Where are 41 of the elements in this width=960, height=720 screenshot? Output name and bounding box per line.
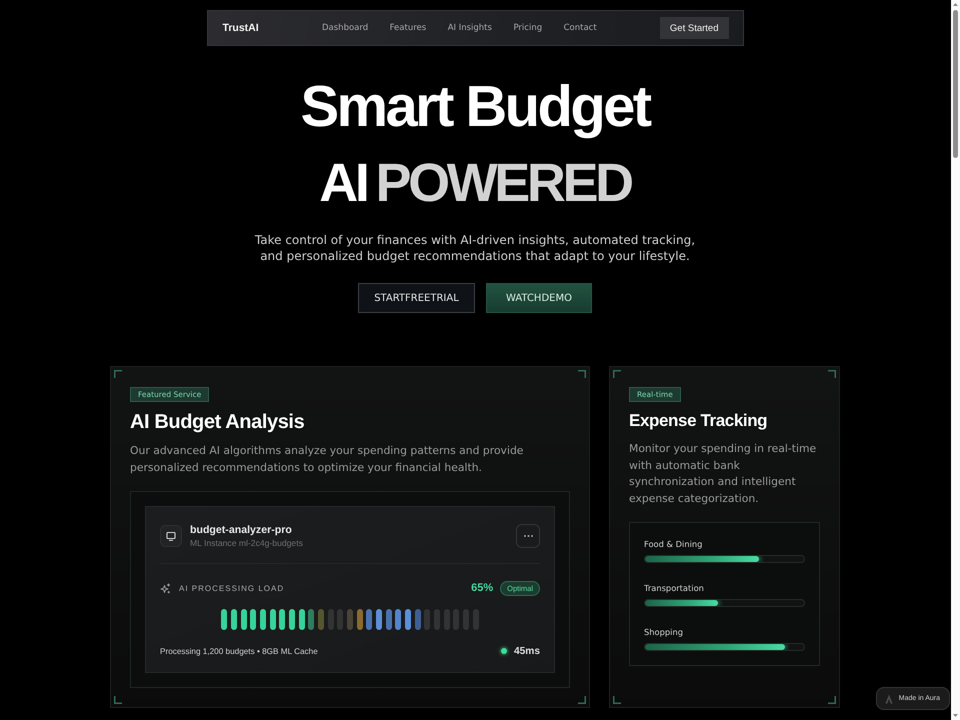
nav-link[interactable]: Contact <box>564 23 597 33</box>
instance-name: budget-analyzer-pro <box>190 524 293 536</box>
corner-bracket-icon <box>828 370 836 378</box>
scrollbar-thumb[interactable] <box>953 10 958 158</box>
corner-bracket-icon <box>578 696 586 704</box>
processing-info: Processing 1,200 budgets • 8GB ML Cache <box>160 646 318 656</box>
card-title: AI Budget Analysis <box>130 410 306 434</box>
category-label: Shopping <box>644 626 684 638</box>
corner-bracket-icon <box>613 370 621 378</box>
load-label: AI PROCESSING LOAD <box>179 584 284 592</box>
scroll-down-icon[interactable] <box>953 714 958 717</box>
scroll-up-icon[interactable] <box>953 3 958 6</box>
hero-title-highlight: POWERED <box>375 152 631 215</box>
brand-logo[interactable]: TrustAI <box>222 22 322 34</box>
card-description: Our advanced AI algorithms analyze your spending patterns and provide personalized recommendations to optimize your financial health. <box>130 443 524 476</box>
load-percent: 65% <box>471 582 494 594</box>
corner-bracket-icon <box>828 696 836 704</box>
cta-button[interactable]: WATCHDEMO <box>486 283 592 313</box>
corner-bracket-icon <box>114 370 122 378</box>
nav-link[interactable]: Dashboard <box>322 23 368 33</box>
hero-subtitle: Take control of your finances with AI-driven insights, automated tracking, and personalized budget recommendations that adapt to your lifestyle. <box>254 232 696 264</box>
card-title: Expense Tracking <box>629 410 768 432</box>
monitor-icon <box>160 525 182 547</box>
nav-link[interactable]: Features <box>390 23 426 33</box>
category-label: Transportation <box>644 582 705 594</box>
corner-bracket-icon <box>114 696 122 704</box>
card-description: Monitor your spending in real-time with automatic bank synchronization and intelligent expense categorization. <box>629 441 818 506</box>
nav-link[interactable]: AI Insights <box>448 23 492 33</box>
corner-bracket-icon <box>613 696 621 704</box>
hero-title: Smart Budget <box>300 74 650 139</box>
triangle-logo-icon <box>884 694 893 704</box>
corner-bracket-icon <box>578 370 586 378</box>
sparkle-icon <box>160 582 171 594</box>
cta-button[interactable]: STARTFREETRIAL <box>358 283 475 313</box>
category-label: Food & Dining <box>644 538 704 550</box>
hero-title: AI <box>319 152 366 215</box>
get-started-button[interactable]: Get Started <box>660 17 728 39</box>
nav-link[interactable]: Pricing <box>513 23 542 33</box>
latency-value: 45ms <box>514 646 540 656</box>
instance-subtitle: ML Instance ml-2c4g-budgets <box>190 538 303 548</box>
status-dot-icon <box>500 648 507 654</box>
